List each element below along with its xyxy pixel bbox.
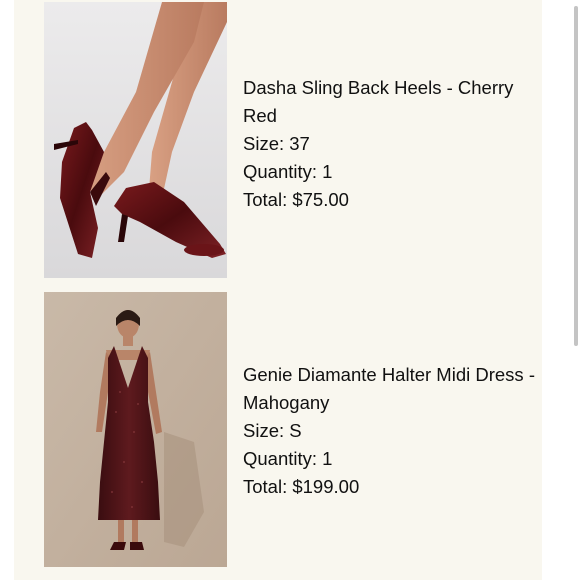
item-details: Genie Diamante Halter Midi Dress - Mahog…: [243, 361, 543, 501]
cart-item: Genie Diamante Halter Midi Dress - Mahog…: [44, 292, 544, 567]
product-name[interactable]: Dasha Sling Back Heels - Cherry Red: [243, 74, 543, 130]
product-name[interactable]: Genie Diamante Halter Midi Dress - Mahog…: [243, 361, 543, 417]
product-image-heels[interactable]: [44, 2, 227, 278]
product-size: Size: 37: [243, 133, 310, 154]
product-quantity: Quantity: 1: [243, 161, 333, 182]
cart-item: Dasha Sling Back Heels - Cherry Red Size…: [44, 2, 544, 278]
item-details: Dasha Sling Back Heels - Cherry Red Size…: [243, 74, 543, 214]
product-image-dress[interactable]: [44, 292, 227, 567]
product-total: Total: $199.00: [243, 476, 360, 497]
heels-photo: [44, 2, 227, 278]
dress-photo: [44, 292, 227, 567]
scrollbar[interactable]: [574, 6, 578, 346]
product-quantity: Quantity: 1: [243, 448, 333, 469]
product-size: Size: S: [243, 420, 302, 441]
product-total: Total: $75.00: [243, 189, 349, 210]
